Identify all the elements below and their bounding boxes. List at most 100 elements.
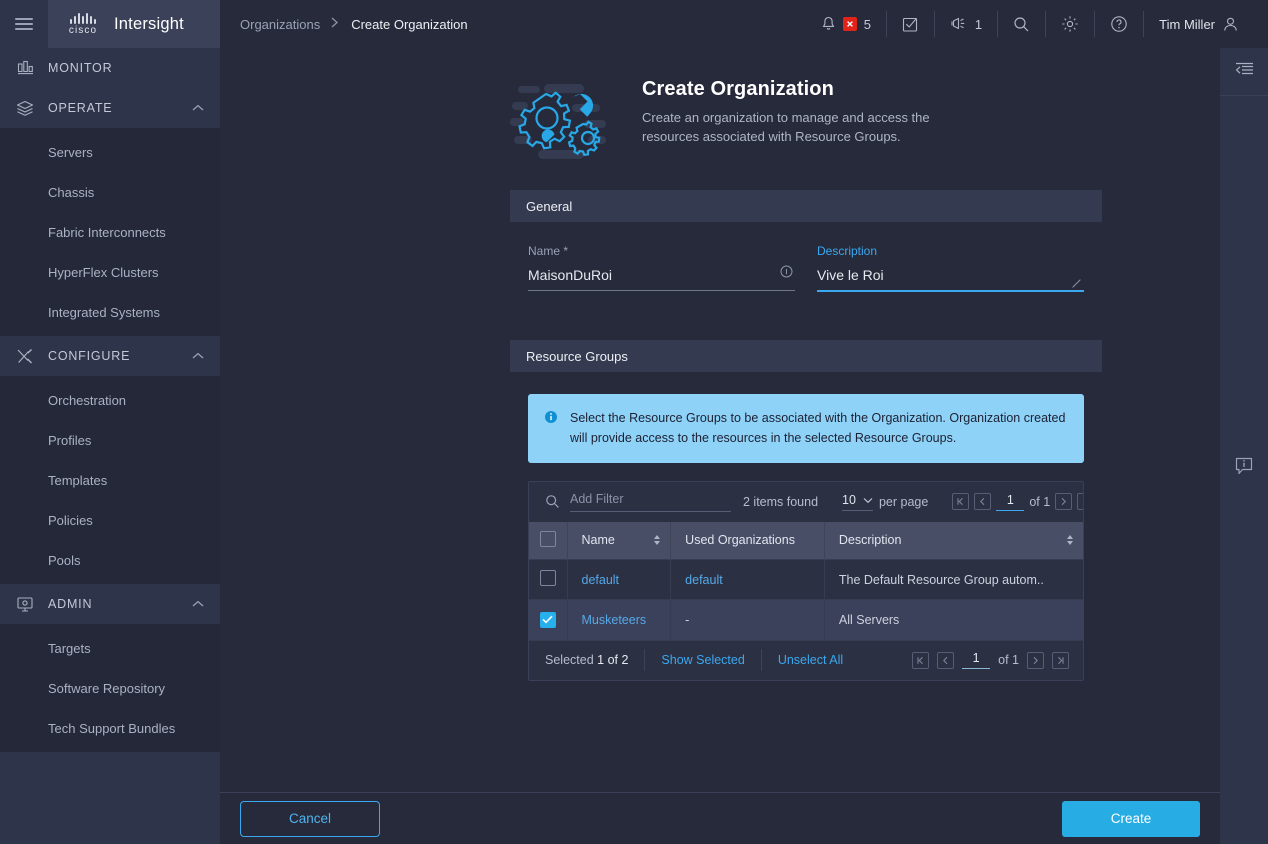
page-of-label: of 1 [998,653,1019,667]
announcement-count: 1 [974,16,983,32]
sidebar-item-templates[interactable]: Templates [0,460,220,500]
prev-page-icon[interactable] [937,651,955,669]
breadcrumb-current: Create Organization [351,16,468,32]
menu-icon [15,15,33,33]
page-number-input[interactable]: 1 [962,651,991,669]
column-header-description[interactable]: Description [824,521,1083,560]
alarms-button[interactable]: 5 [806,11,886,37]
user-name: Tim Miller [1159,16,1215,32]
monitor-gear-icon [14,596,36,613]
sidebar-item-hyperflex-clusters[interactable]: HyperFlex Clusters [0,252,220,292]
brand-logo[interactable]: cisco Intersight [48,0,220,48]
sidebar-item-servers[interactable]: Servers [0,132,220,172]
sort-icon[interactable] [654,535,661,546]
user-menu-button[interactable]: Tim Miller [1144,11,1254,37]
general-section-body: Name * Description [510,222,1102,318]
info-banner-text: Select the Resource Groups to be associa… [570,411,1066,446]
table-row[interactable]: Musketeers - All Servers [529,599,1083,640]
cell-used-organizations: default [670,559,825,600]
prev-page-icon[interactable] [974,493,992,510]
sidebar-item-targets[interactable]: Targets [0,628,220,668]
help-button[interactable] [1095,11,1143,37]
sidebar-group-admin[interactable]: ADMIN [0,584,220,624]
first-page-icon[interactable] [912,651,930,669]
description-input[interactable] [817,267,1084,292]
sidebar-item-policies[interactable]: Policies [0,500,220,540]
sidebar-item-chassis[interactable]: Chassis [0,172,220,212]
page-number-input[interactable]: 1 [996,493,1025,511]
cell-used-organizations: - [670,599,825,640]
product-name: Intersight [114,14,184,33]
breadcrumb-organizations[interactable]: Organizations [240,17,320,32]
collapse-panel-button[interactable] [1220,48,1268,96]
general-section: General Name * Description [510,190,1102,318]
select-all-checkbox[interactable] [539,530,556,547]
sidebar-group-configure[interactable]: CONFIGURE [0,336,220,376]
collapse-panel-icon [1235,62,1254,82]
select-all-header [529,521,568,560]
row-checkbox[interactable] [539,570,556,586]
column-header-used-organizations[interactable]: Used Organizations [670,521,825,560]
pagination-top: 1 of 1 [940,493,1083,511]
create-button[interactable]: Create [1062,800,1200,837]
top-bar: cisco Intersight Organizations Create Or… [0,0,1268,48]
column-header-name[interactable]: Name [567,521,672,560]
sidebar-item-orchestration[interactable]: Orchestration [0,380,220,420]
alarm-count: 5 [863,16,871,32]
page-size-select[interactable]: 10 [842,493,873,511]
unselect-all-button[interactable]: Unselect All [762,653,859,667]
cell-description: The Default Resource Group autom.. [824,559,1083,600]
sidebar-group-monitor[interactable]: MONITOR [0,48,220,88]
sidebar-item-fabric-interconnects[interactable]: Fabric Interconnects [0,212,220,252]
next-page-icon[interactable] [1027,651,1044,669]
sort-icon[interactable] [1067,535,1073,546]
sidebar-item-software-repository[interactable]: Software Repository [0,668,220,708]
resource-groups-table: 2 items found 10 per page [528,480,1084,681]
first-page-icon[interactable] [952,493,970,510]
info-banner: Select the Resource Groups to be associa… [528,394,1084,463]
sidebar-group-label: OPERATE [48,101,113,115]
page-title: Create Organization [642,78,834,100]
search-button[interactable] [998,11,1045,37]
info-bubble-button[interactable] [1234,456,1254,481]
sidebar-item-integrated-systems[interactable]: Integrated Systems [0,292,220,332]
name-input[interactable] [528,267,795,291]
filter-box [529,491,731,512]
description-field-group: Description [817,244,1084,292]
info-circle-icon[interactable] [780,265,793,283]
cancel-button[interactable]: Cancel [240,800,380,837]
sidebar-group-operate[interactable]: OPERATE [0,88,220,128]
cisco-wordmark: cisco [68,24,98,36]
sidebar-item-pools[interactable]: Pools [0,540,220,580]
cell-description: All Servers [824,599,1083,640]
add-filter-input[interactable] [570,491,731,512]
row-select-cell [529,559,568,600]
last-page-icon[interactable] [1077,493,1083,510]
description-label: Description [817,244,878,258]
resource-group-link[interactable]: default [582,573,620,587]
next-page-icon[interactable] [1055,493,1073,510]
resource-group-link[interactable]: Musketeers [582,613,647,627]
tasks-button[interactable] [887,11,934,37]
table-row[interactable]: default default The Default Resource Gro… [529,559,1083,600]
menu-toggle-button[interactable] [0,0,48,48]
resource-groups-grid: Name Used Organizations Description defa… [529,521,1083,640]
row-checkbox[interactable] [539,611,556,628]
used-organization-link[interactable]: default [685,573,723,587]
sidebar-item-profiles[interactable]: Profiles [0,420,220,460]
show-selected-button[interactable]: Show Selected [645,653,760,667]
sidebar-group-label: ADMIN [48,597,93,611]
sidebar-group-label: CONFIGURE [48,349,131,363]
sidebar-item-tech-support-bundles[interactable]: Tech Support Bundles [0,708,220,748]
resize-handle-icon[interactable] [1073,277,1082,286]
settings-button[interactable] [1046,11,1094,37]
last-page-icon[interactable] [1052,651,1069,669]
chevron-up-icon [192,595,204,613]
table-header-row: Name Used Organizations Description [529,521,1083,560]
search-icon [1013,16,1030,33]
sidebar-submenu-admin: Targets Software Repository Tech Support… [0,624,220,752]
resource-groups-body: Select the Resource Groups to be associa… [510,372,1102,681]
name-field-group: Name * [528,244,795,292]
announcements-button[interactable]: 1 [935,11,997,37]
per-page-label: per page [878,494,929,509]
